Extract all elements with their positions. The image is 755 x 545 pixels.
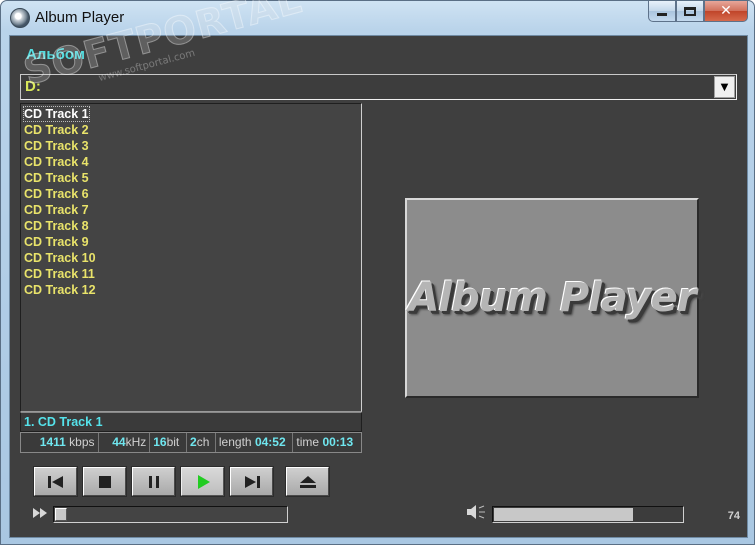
previous-track-button[interactable] — [34, 467, 77, 496]
track-list-item[interactable]: CD Track 4 — [24, 154, 361, 170]
track-label: CD Track 10 — [24, 251, 96, 265]
close-button[interactable]: ✕ — [704, 1, 748, 22]
album-artwork: Album Player — [405, 198, 699, 398]
fast-forward-icon — [33, 508, 47, 518]
stream-info-bar: 1411 kbps 44kHz 16bit 2ch length 04:52 t… — [20, 432, 362, 453]
track-list-item[interactable]: CD Track 7 — [24, 202, 361, 218]
track-list-item[interactable]: CD Track 8 — [24, 218, 361, 234]
seek-slider[interactable] — [53, 506, 288, 523]
eject-button[interactable] — [286, 467, 329, 496]
pause-icon — [148, 475, 159, 488]
stop-button[interactable] — [83, 467, 126, 496]
length-value: 04:52 — [254, 435, 286, 449]
track-label: CD Track 2 — [24, 123, 89, 137]
time-label: time — [296, 435, 320, 449]
track-list-item[interactable]: CD Track 5 — [24, 170, 361, 186]
track-list-item[interactable]: CD Track 3 — [24, 138, 361, 154]
volume-value: 74 — [727, 510, 740, 522]
samplerate-unit: kHz — [125, 435, 147, 449]
channels-info: 2ch — [187, 433, 216, 452]
next-track-icon — [244, 475, 260, 488]
track-label: CD Track 12 — [24, 283, 96, 297]
samplerate-info: 44kHz — [99, 433, 151, 452]
track-label: CD Track 8 — [24, 219, 89, 233]
track-label: CD Track 9 — [24, 235, 89, 249]
track-list-item[interactable]: CD Track 10 — [24, 250, 361, 266]
track-label: CD Track 7 — [24, 203, 89, 217]
volume-slider[interactable] — [492, 506, 684, 523]
track-list-item[interactable]: CD Track 12 — [24, 282, 361, 298]
length-label: length — [218, 435, 252, 449]
window-controls: ✕ — [648, 1, 748, 23]
track-list-item[interactable]: CD Track 2 — [24, 122, 361, 138]
bitrate-unit: kbps — [69, 435, 95, 449]
eject-icon — [299, 475, 316, 488]
stop-icon — [98, 475, 111, 488]
maximize-icon — [684, 6, 696, 16]
speaker-icon[interactable] — [465, 503, 487, 521]
track-label: CD Track 1 — [23, 106, 90, 122]
bits-unit: bit — [166, 435, 180, 449]
album-label: Альбом — [26, 46, 85, 63]
artwork-title: Album Player — [408, 275, 696, 321]
drive-select[interactable]: D: ▼ — [20, 74, 737, 100]
bits-info: 16bit — [150, 433, 188, 452]
dropdown-arrow-icon[interactable]: ▼ — [714, 76, 735, 98]
now-playing-label: 1. CD Track 1 — [20, 412, 362, 432]
track-list-item[interactable]: CD Track 11 — [24, 266, 361, 282]
player-panel: Альбом D: ▼ CD Track 1 CD Track 2 CD Track… — [9, 35, 748, 538]
play-button[interactable] — [181, 467, 224, 496]
samplerate-value: 44 — [112, 435, 126, 449]
channels-value: 2 — [190, 435, 197, 449]
bitrate-value: 1411 — [39, 435, 66, 449]
length-info: length 04:52 — [216, 433, 294, 452]
track-label: CD Track 5 — [24, 171, 89, 185]
drive-value: D: — [25, 78, 41, 95]
window-title: Album Player — [35, 9, 125, 26]
previous-track-icon — [47, 475, 63, 488]
cd-disc-icon[interactable] — [10, 8, 30, 28]
seek-slider-thumb[interactable] — [55, 508, 67, 521]
pause-button[interactable] — [132, 467, 175, 496]
volume-level-fill — [494, 508, 633, 521]
track-list-item[interactable]: CD Track 6 — [24, 186, 361, 202]
track-list-item[interactable]: CD Track 1 — [23, 106, 361, 122]
maximize-button[interactable] — [676, 1, 704, 22]
track-label: CD Track 4 — [24, 155, 89, 169]
app-window: Album Player ✕ Альбом D: ▼ CD Track 1 CD … — [0, 0, 755, 545]
track-label: CD Track 3 — [24, 139, 89, 153]
time-value: 00:13 — [322, 435, 354, 449]
title-bar[interactable]: Album Player ✕ — [1, 1, 754, 35]
bitrate-info: 1411 kbps — [21, 433, 99, 452]
play-icon — [197, 474, 210, 489]
channels-unit: ch — [196, 435, 210, 449]
track-list-item[interactable]: CD Track 9 — [24, 234, 361, 250]
bits-value: 16 — [153, 435, 167, 449]
minimize-icon — [657, 12, 667, 16]
track-label: CD Track 11 — [24, 267, 95, 281]
close-icon: ✕ — [720, 3, 732, 19]
next-track-button[interactable] — [230, 467, 273, 496]
track-label: CD Track 6 — [24, 187, 89, 201]
time-info: time 00:13 — [293, 433, 361, 452]
track-list[interactable]: CD Track 1 CD Track 2 CD Track 3 CD Track 4… — [20, 103, 362, 412]
minimize-button[interactable] — [648, 1, 676, 22]
